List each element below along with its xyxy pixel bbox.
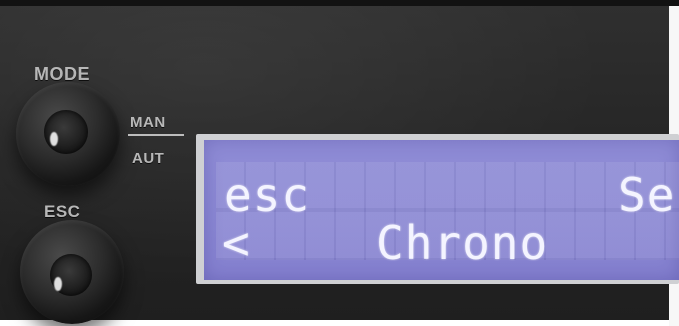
lcd-display: esc Se < Chrono <box>204 140 679 280</box>
mode-knob-highlight <box>50 132 58 146</box>
lcd-chrono-text: Chrono <box>376 216 549 270</box>
man-aut-divider <box>128 134 184 136</box>
esc-button-highlight <box>54 277 62 291</box>
lcd-esc-text: esc <box>224 168 311 222</box>
lcd-se-text: Se <box>618 168 676 222</box>
aut-label: AUT <box>132 150 165 167</box>
esc-label: ESC <box>44 202 81 221</box>
mode-knob[interactable] <box>16 82 120 186</box>
device-front-panel: MODE MAN AUT ESC esc Se < Chrono <box>0 0 679 326</box>
esc-button[interactable] <box>20 220 124 324</box>
mode-knob-center <box>44 110 88 154</box>
lcd-left-arrow: < <box>222 216 250 270</box>
man-label: MAN <box>130 114 166 131</box>
